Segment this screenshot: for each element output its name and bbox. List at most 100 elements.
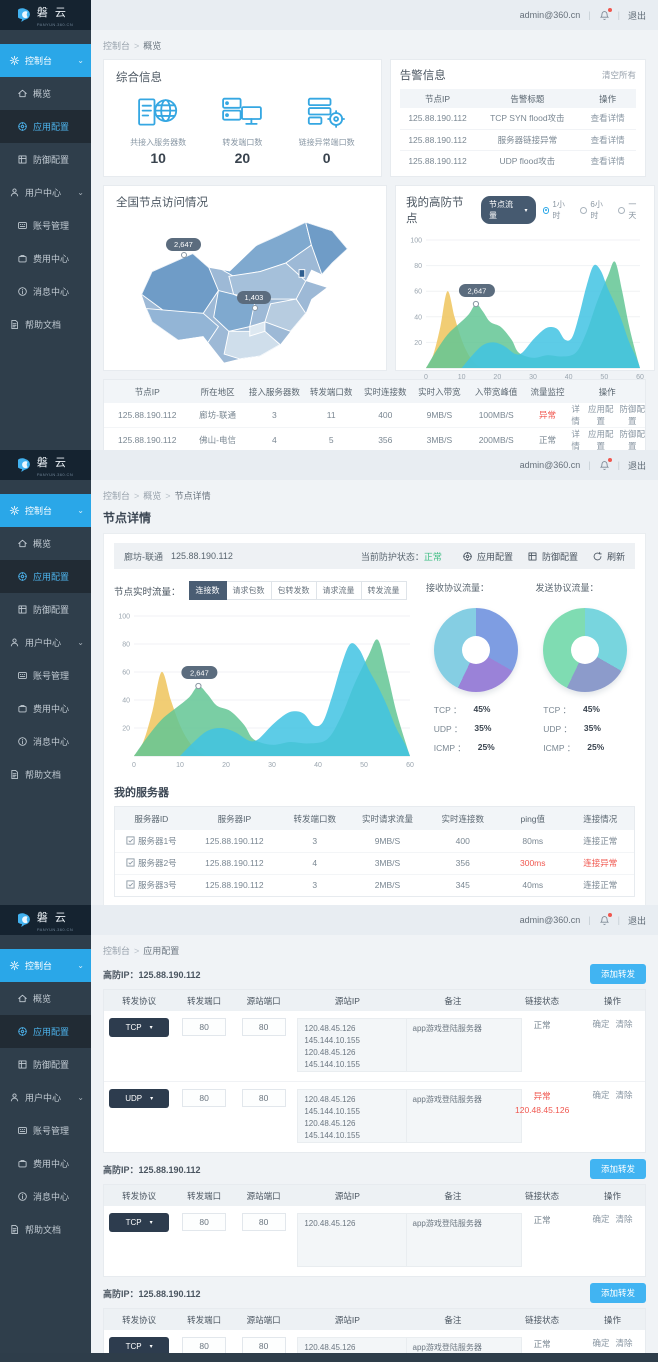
flow-tab[interactable]: 连接数 bbox=[189, 581, 227, 600]
traffic-area-chart[interactable]: 2040608010001020304050602,647 bbox=[406, 232, 644, 382]
sidebar-item-defense-config[interactable]: 防御配置 bbox=[0, 1048, 91, 1081]
sidebar-item-app-config[interactable]: 应用配置 bbox=[0, 110, 91, 143]
sidebar-item-help-docs[interactable]: 帮助文档 bbox=[0, 308, 91, 341]
traffic-type-dropdown[interactable]: 节点流量▾ bbox=[481, 196, 535, 224]
notification-bell-icon[interactable] bbox=[599, 10, 610, 21]
flow-tab[interactable]: 包转发数 bbox=[272, 581, 317, 600]
row-action-link[interactable]: 清除 bbox=[616, 1213, 633, 1225]
brand-logo[interactable]: 磐 云PANYUN.360.CN bbox=[0, 905, 91, 935]
server-edit-icon[interactable] bbox=[126, 858, 135, 867]
note-textarea[interactable] bbox=[406, 1018, 522, 1072]
view-detail-link[interactable]: 查看详情 bbox=[591, 135, 625, 145]
row-action-link[interactable]: 确定 bbox=[593, 1089, 610, 1101]
sidebar-item-billing-center[interactable]: 费用中心 bbox=[0, 242, 91, 275]
source-port-input[interactable] bbox=[242, 1018, 286, 1036]
forward-port-input[interactable] bbox=[182, 1213, 226, 1231]
protocol-select[interactable]: UDP▾ bbox=[109, 1089, 169, 1108]
row-action-link[interactable]: 确定 bbox=[593, 1018, 610, 1030]
row-action-link[interactable]: 应用配置 bbox=[588, 403, 614, 427]
time-range-radio-1小时[interactable]: 1小时 bbox=[543, 199, 573, 221]
forward-port-input[interactable] bbox=[182, 1089, 226, 1107]
flow-tab[interactable]: 转发流量 bbox=[362, 581, 407, 600]
row-action-link[interactable]: 防御配置 bbox=[619, 428, 645, 450]
sidebar-item-console[interactable]: 控制台⌄ bbox=[0, 494, 91, 527]
sidebar-item-help-docs[interactable]: 帮助文档 bbox=[0, 1213, 91, 1246]
sidebar-item-user-center[interactable]: 用户中心⌄ bbox=[0, 176, 91, 209]
应用配置-button[interactable]: 应用配置 bbox=[462, 550, 513, 563]
breadcrumb-item[interactable]: 应用配置 bbox=[143, 946, 179, 956]
sidebar-item-account-management[interactable]: 账号管理 bbox=[0, 1114, 91, 1147]
clear-all-link[interactable]: 清空所有 bbox=[602, 69, 636, 81]
source-ip-textarea[interactable] bbox=[297, 1213, 413, 1267]
protocol-select[interactable]: TCP▾ bbox=[109, 1018, 169, 1037]
sidebar-item-app-config[interactable]: 应用配置 bbox=[0, 1015, 91, 1048]
row-action-link[interactable]: 应用配置 bbox=[588, 428, 614, 450]
sidebar-item-overview[interactable]: 概览 bbox=[0, 77, 91, 110]
row-action-link[interactable]: 清除 bbox=[616, 1089, 633, 1101]
flow-tab[interactable]: 请求流量 bbox=[317, 581, 362, 600]
row-action-link[interactable]: 确定 bbox=[593, 1337, 610, 1349]
sidebar-item-overview[interactable]: 概览 bbox=[0, 527, 91, 560]
row-action-link[interactable]: 防御配置 bbox=[619, 403, 645, 427]
breadcrumb-item[interactable]: 概览 bbox=[143, 491, 161, 501]
view-detail-link[interactable]: 查看详情 bbox=[591, 113, 625, 123]
sidebar-item-message-center[interactable]: 消息中心 bbox=[0, 1180, 91, 1213]
add-forward-button[interactable]: 添加转发 bbox=[590, 1159, 646, 1179]
logout-link[interactable]: 退出 bbox=[628, 459, 646, 472]
brand-logo[interactable]: 磐 云PANYUN.360.CN bbox=[0, 450, 91, 480]
breadcrumb-item[interactable]: 控制台 bbox=[103, 946, 130, 956]
note-textarea[interactable] bbox=[406, 1089, 522, 1143]
notification-bell-icon[interactable] bbox=[599, 460, 610, 471]
note-textarea[interactable] bbox=[406, 1213, 522, 1267]
sidebar-item-app-config[interactable]: 应用配置 bbox=[0, 560, 91, 593]
sidebar-item-message-center[interactable]: 消息中心 bbox=[0, 725, 91, 758]
sidebar-item-defense-config[interactable]: 防御配置 bbox=[0, 143, 91, 176]
sidebar-item-billing-center[interactable]: 费用中心 bbox=[0, 692, 91, 725]
traffic-area-chart[interactable]: 2040608010001020304050602,647 bbox=[114, 608, 414, 770]
breadcrumb-item[interactable]: 概览 bbox=[143, 41, 161, 51]
forward-port-input[interactable] bbox=[182, 1018, 226, 1036]
row-action-link[interactable]: 清除 bbox=[616, 1337, 633, 1349]
source-port-input[interactable] bbox=[242, 1213, 286, 1231]
time-range-radio-6小时[interactable]: 6小时 bbox=[580, 199, 610, 221]
breadcrumb-item[interactable]: 控制台 bbox=[103, 491, 130, 501]
row-action-link[interactable]: 确定 bbox=[593, 1213, 610, 1225]
brand-logo[interactable]: 磐 云PANYUN.360.CN bbox=[0, 0, 91, 30]
recv-protocol-donut[interactable] bbox=[434, 608, 518, 692]
notification-bell-icon[interactable] bbox=[599, 915, 610, 926]
sidebar-item-overview[interactable]: 概览 bbox=[0, 982, 91, 1015]
sidebar-item-help-docs[interactable]: 帮助文档 bbox=[0, 758, 91, 791]
add-forward-button[interactable]: 添加转发 bbox=[590, 964, 646, 984]
row-action-link[interactable]: 详情 bbox=[569, 403, 582, 427]
protocol-select[interactable]: TCP▾ bbox=[109, 1213, 169, 1232]
breadcrumb-item[interactable]: 控制台 bbox=[103, 41, 130, 51]
source-ip-textarea[interactable] bbox=[297, 1089, 413, 1143]
user-email[interactable]: admin@360.cn bbox=[520, 10, 581, 20]
sidebar-item-message-center[interactable]: 消息中心 bbox=[0, 275, 91, 308]
sidebar-item-billing-center[interactable]: 费用中心 bbox=[0, 1147, 91, 1180]
sidebar-item-user-center[interactable]: 用户中心⌄ bbox=[0, 626, 91, 659]
sidebar-item-account-management[interactable]: 账号管理 bbox=[0, 659, 91, 692]
send-protocol-donut[interactable] bbox=[543, 608, 627, 692]
add-forward-button[interactable]: 添加转发 bbox=[590, 1283, 646, 1303]
server-edit-icon[interactable] bbox=[126, 880, 135, 889]
time-range-radio-一天[interactable]: 一天 bbox=[618, 199, 644, 221]
row-action-link[interactable]: 清除 bbox=[616, 1018, 633, 1030]
row-action-link[interactable]: 详情 bbox=[569, 428, 582, 450]
source-ip-textarea[interactable] bbox=[297, 1018, 413, 1072]
logout-link[interactable]: 退出 bbox=[628, 914, 646, 927]
sidebar-item-account-management[interactable]: 账号管理 bbox=[0, 209, 91, 242]
server-edit-icon[interactable] bbox=[126, 836, 135, 845]
sidebar-item-defense-config[interactable]: 防御配置 bbox=[0, 593, 91, 626]
source-port-input[interactable] bbox=[242, 1089, 286, 1107]
刷新-button[interactable]: 刷新 bbox=[592, 550, 625, 563]
flow-tab[interactable]: 请求包数 bbox=[227, 581, 272, 600]
sidebar-item-console[interactable]: 控制台⌄ bbox=[0, 44, 91, 77]
user-email[interactable]: admin@360.cn bbox=[520, 460, 581, 470]
user-email[interactable]: admin@360.cn bbox=[520, 915, 581, 925]
breadcrumb-item[interactable]: 节点详情 bbox=[175, 491, 211, 501]
view-detail-link[interactable]: 查看详情 bbox=[591, 156, 625, 166]
sidebar-item-console[interactable]: 控制台⌄ bbox=[0, 949, 91, 982]
sidebar-item-user-center[interactable]: 用户中心⌄ bbox=[0, 1081, 91, 1114]
logout-link[interactable]: 退出 bbox=[628, 9, 646, 22]
